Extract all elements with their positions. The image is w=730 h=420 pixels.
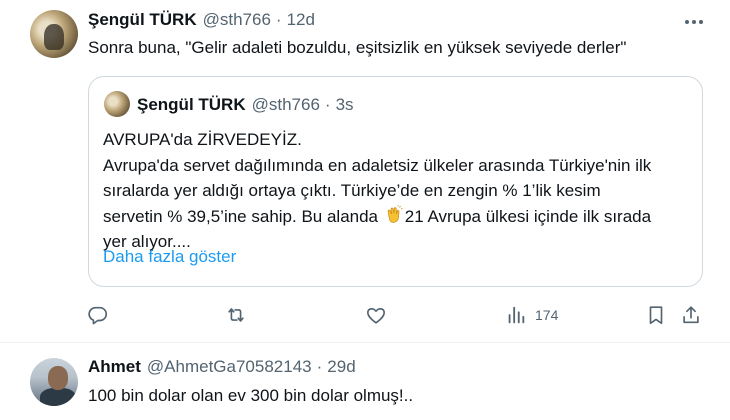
quoted-text-segment: servetin % 39,5’ine sahip. Bu alanda — [103, 206, 383, 226]
avatar[interactable] — [30, 358, 78, 406]
user-name[interactable]: Şengül TÜRK — [88, 10, 197, 30]
bookmark-button[interactable] — [645, 302, 667, 328]
retweet-button[interactable] — [225, 302, 247, 328]
clapping-hands-icon — [387, 204, 403, 223]
separator-dot: · — [316, 357, 323, 376]
retweet-icon — [228, 308, 244, 322]
views-button[interactable]: 174 — [505, 302, 558, 328]
quoted-avatar — [104, 91, 130, 117]
quoted-text-line: sıralarda yer aldığı ortaya çıktı. Türki… — [103, 181, 601, 200]
separator-dot: · — [324, 95, 331, 114]
bookmark-icon — [649, 306, 663, 325]
views-count: 174 — [535, 307, 559, 323]
share-icon — [683, 306, 699, 324]
user-handle[interactable]: @AhmetGa70582143 — [147, 357, 312, 377]
tweet-text: 100 bin dolar olan ev 300 bin dolar olmu… — [88, 386, 414, 405]
quoted-text-line: Avrupa'da servet dağılımında en adaletsi… — [103, 155, 652, 175]
tweet-header: Şengül TÜRK @sth766 · 12d — [88, 10, 315, 30]
more-options-icon[interactable] — [682, 12, 706, 32]
tweet[interactable]: Ahmet @AhmetGa70582143 · 29d 100 bin dol… — [0, 343, 730, 420]
quoted-text-line: AVRUPA'da ZİRVEDEYİZ. — [103, 130, 302, 149]
like-button[interactable] — [365, 302, 387, 328]
share-button[interactable] — [680, 302, 702, 328]
timestamp[interactable]: 12d — [287, 10, 315, 30]
user-name[interactable]: Ahmet — [88, 357, 141, 377]
tweet-actions: 174 — [0, 302, 730, 328]
quoted-text-line: servetin % 39,5’ine sahip. Bu alanda 21 … — [103, 204, 695, 230]
timestamp[interactable]: 29d — [327, 357, 355, 377]
quoted-text-segment: 21 Avrupa ülkesi içinde ilk sırada — [404, 206, 652, 226]
views-icon — [508, 306, 525, 324]
quoted-text: AVRUPA'da ZİRVEDEYİZ. Avrupa'da servet d… — [103, 127, 695, 255]
tweet[interactable]: Şengül TÜRK @sth766 · 12d Sonra buna, "G… — [0, 0, 730, 342]
quoted-user-handle: @sth766 — [251, 95, 320, 114]
like-icon — [367, 308, 385, 324]
quoted-timestamp: 3s — [335, 95, 354, 114]
tweet-header: Ahmet @AhmetGa70582143 · 29d — [88, 357, 356, 377]
reply-icon — [88, 306, 108, 325]
quoted-header: Şengül TÜRK @sth766 · 3s — [137, 95, 354, 115]
separator-dot: · — [275, 10, 282, 29]
quoted-tweet[interactable]: Şengül TÜRK @sth766 · 3s AVRUPA'da ZİRVE… — [88, 76, 703, 287]
user-handle[interactable]: @sth766 — [203, 10, 271, 30]
quoted-user-name: Şengül TÜRK — [137, 95, 246, 114]
avatar[interactable] — [30, 10, 78, 58]
show-more-link[interactable]: Daha fazla göster — [103, 247, 236, 267]
tweet-text: Sonra buna, "Gelir adaleti bozuldu, eşit… — [88, 38, 627, 57]
reply-button[interactable] — [87, 302, 109, 328]
